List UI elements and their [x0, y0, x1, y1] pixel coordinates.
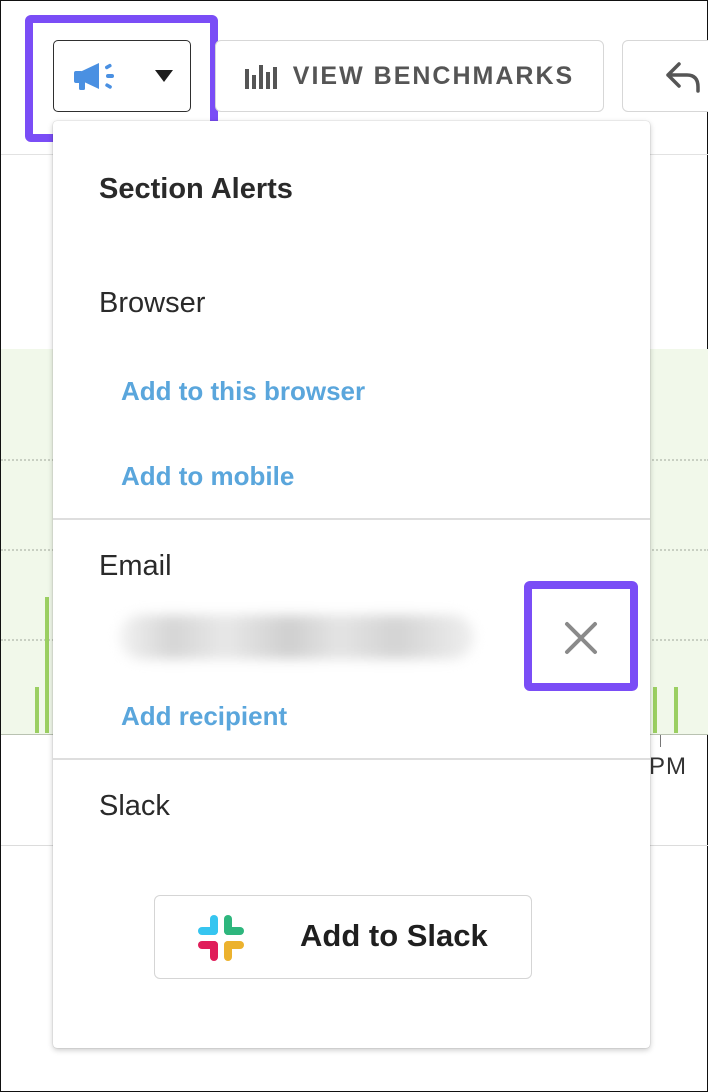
reply-arrow-icon — [666, 62, 700, 93]
email-recipient-blurred — [119, 615, 474, 659]
chart-bar — [45, 597, 49, 733]
share-button[interactable] — [622, 40, 708, 112]
add-to-slack-button[interactable]: Add to Slack — [154, 895, 532, 979]
chart-bar — [653, 687, 657, 733]
chart-bar — [35, 687, 39, 733]
add-to-mobile-link[interactable]: Add to mobile — [121, 461, 294, 492]
chart-x-tick-label: PM — [649, 753, 687, 780]
email-heading: Email — [99, 550, 172, 582]
slack-logo-icon — [198, 915, 244, 961]
add-recipient-link[interactable]: Add recipient — [121, 701, 287, 732]
bar-chart-icon — [244, 65, 277, 89]
email-slack-divider — [53, 758, 650, 760]
chart-x-tick — [660, 735, 661, 747]
remove-recipient-highlight — [524, 581, 638, 691]
view-benchmarks-label: VIEW BENCHMARKS — [292, 61, 575, 90]
browser-email-divider — [53, 518, 650, 520]
browser-heading: Browser — [99, 287, 206, 319]
add-to-slack-label: Add to Slack — [300, 918, 488, 953]
dropdown-title: Section Alerts — [99, 173, 293, 205]
chart-bar — [674, 687, 678, 733]
view-benchmarks-button[interactable]: VIEW BENCHMARKS — [215, 40, 604, 112]
add-to-this-browser-link[interactable]: Add to this browser — [121, 376, 365, 407]
slack-heading: Slack — [99, 790, 170, 822]
screenshot-frame: PM VIEW BENCHMARKS Section Alerts Browse… — [0, 0, 708, 1092]
